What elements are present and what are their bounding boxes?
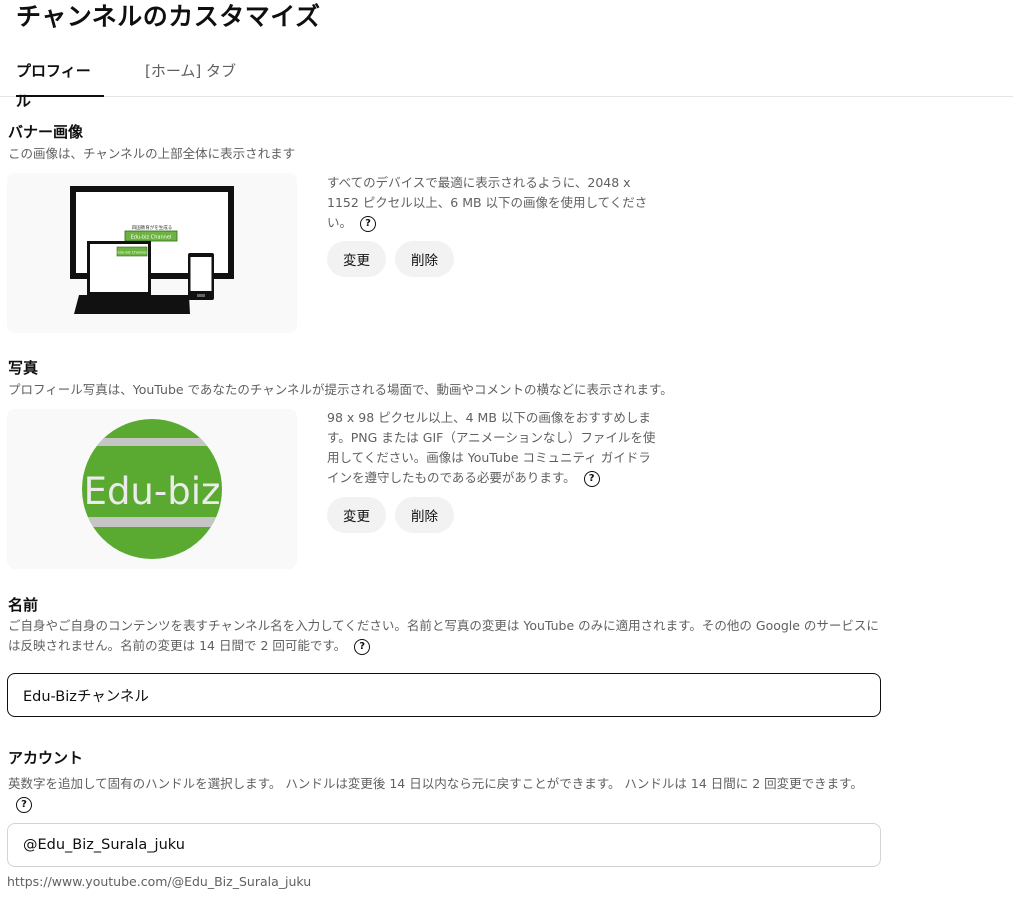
banner-section-description: この画像は、チャンネルの上部全体に表示されます: [8, 146, 296, 161]
laptop-base: [74, 295, 190, 314]
photo-preview: Edu-biz: [7, 409, 297, 569]
banner-delete-button[interactable]: 削除: [395, 241, 454, 277]
help-circle-icon[interactable]: ?: [354, 638, 371, 655]
photo-help-text-content: 98 x 98 ピクセル以上、4 MB 以下の画像をおすすめします。PNG また…: [327, 410, 656, 485]
avatar: Edu-biz: [82, 419, 222, 559]
handle-value: @Edu_Biz_Surala_juku: [23, 837, 185, 853]
account-section-title: アカウント: [8, 749, 84, 767]
avatar-top-stripe: [82, 438, 222, 446]
tab-profile[interactable]: プロフィール: [16, 56, 104, 110]
active-tab-indicator: [16, 95, 104, 97]
name-section-title: 名前: [8, 596, 39, 614]
photo-section-title: 写真: [8, 359, 39, 377]
monitor-banner-logo-text: Edu-biz Channel: [131, 235, 172, 241]
phone-button: [197, 294, 205, 297]
channel-name-value: Edu-Bizチャンネル: [23, 688, 149, 705]
laptop-banner-logo-text: Edu-biz Channel: [117, 251, 146, 255]
help-circle-icon[interactable]: ?: [360, 215, 377, 232]
account-description-text: 英数字を追加して固有のハンドルを選択します。 ハンドルは変更後 14 日以内なら…: [8, 776, 863, 791]
channel-name-input[interactable]: Edu-Bizチャンネル: [7, 673, 881, 717]
banner-section-title: バナー画像: [8, 123, 84, 141]
banner-preview: 四国教育がを生成る Edu-biz Channel Edu-biz Channe…: [7, 173, 297, 333]
page-title: チャンネルのカスタマイズ: [16, 2, 321, 31]
avatar-bottom-stripe: [82, 517, 222, 527]
photo-change-button[interactable]: 変更: [327, 497, 386, 533]
banner-help-text: すべてのデバイスで最適に表示されるように、2048 x 1152 ピクセル以上、…: [327, 173, 657, 233]
help-circle-icon[interactable]: ?: [583, 470, 600, 487]
account-section-description: 英数字を追加して固有のハンドルを選択します。 ハンドルは変更後 14 日以内なら…: [8, 774, 873, 814]
tab-home[interactable]: [ホーム] タブ: [145, 56, 236, 96]
tab-profile-label: プロフィール: [16, 62, 91, 110]
tab-bar: プロフィール [ホーム] タブ: [0, 56, 1013, 110]
tab-home-label: [ホーム] タブ: [145, 62, 237, 80]
name-section-description: ご自身やご自身のコンテンツを表すチャンネル名を入力してください。名前と写真の変更…: [8, 616, 883, 656]
photo-section-description: プロフィール写真は、YouTube であなたのチャンネルが提示される場面で、動画…: [8, 382, 673, 397]
channel-url[interactable]: https://www.youtube.com/@Edu_Biz_Surala_…: [7, 874, 311, 889]
banner-devices-illustration: 四国教育がを生成る Edu-biz Channel Edu-biz Channe…: [70, 186, 234, 314]
avatar-logo-text: Edu-biz: [84, 470, 221, 513]
photo-help-text: 98 x 98 ピクセル以上、4 MB 以下の画像をおすすめします。PNG また…: [327, 408, 657, 488]
monitor-banner-caption: 四国教育がを生成る: [132, 224, 173, 231]
photo-delete-button[interactable]: 削除: [395, 497, 454, 533]
phone-screen: [190, 257, 212, 291]
handle-input[interactable]: @Edu_Biz_Surala_juku: [7, 823, 881, 867]
banner-change-button[interactable]: 変更: [327, 241, 386, 277]
name-description-text: ご自身やご自身のコンテンツを表すチャンネル名を入力してください。名前と写真の変更…: [8, 618, 879, 653]
help-circle-icon[interactable]: ?: [16, 796, 32, 813]
